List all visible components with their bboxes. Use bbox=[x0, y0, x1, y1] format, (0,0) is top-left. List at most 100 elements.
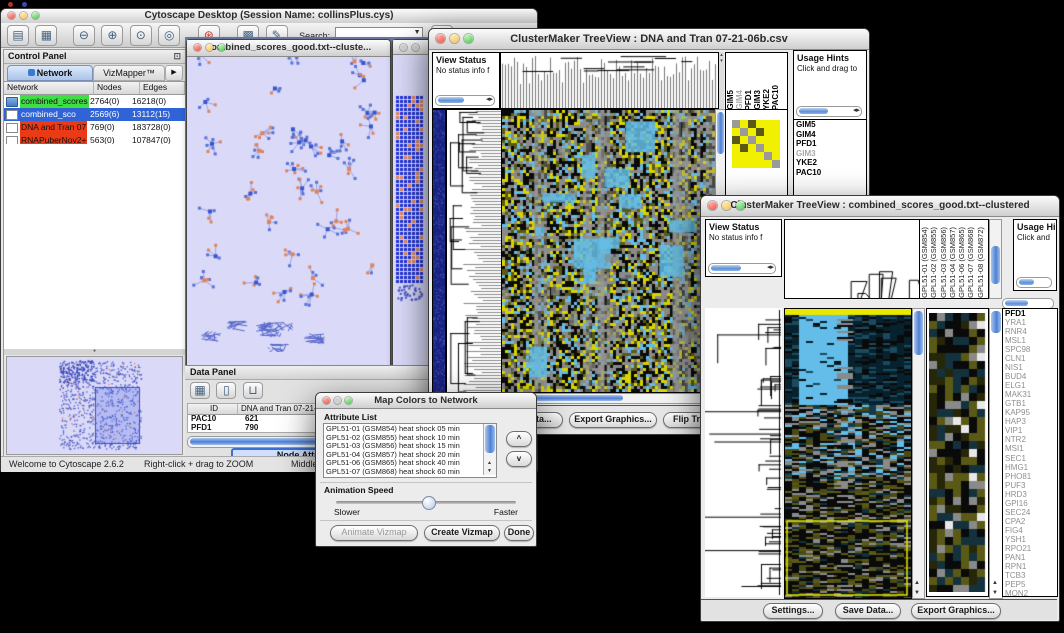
scroll-up-icon[interactable]: ▲ bbox=[914, 580, 920, 586]
column-label[interactable]: GIM5 bbox=[726, 90, 735, 110]
scroll-up-icon[interactable]: ▲ bbox=[487, 460, 492, 466]
row-label[interactable]: GIM5 bbox=[794, 120, 866, 130]
attribute-list-scrollbar[interactable]: ▲ ▼ bbox=[483, 424, 496, 475]
gene-name[interactable]: SEC24 bbox=[1003, 508, 1057, 517]
gene-name[interactable]: MSI1 bbox=[1003, 444, 1057, 453]
scroll-down-icon[interactable]: ▼ bbox=[487, 468, 492, 474]
attribute-item[interactable]: GPL51-07 (GSM868) heat shock 60 min bbox=[324, 468, 483, 477]
column-label[interactable]: GPL51-03 (GSM856) bbox=[939, 227, 948, 298]
minimize-button[interactable] bbox=[412, 44, 419, 51]
network-table-row[interactable]: combined_sco 2569(6) 13112(15) bbox=[4, 108, 185, 121]
row-dendrogram-canvas[interactable] bbox=[446, 109, 502, 393]
zoom-button[interactable] bbox=[32, 12, 39, 19]
close-button[interactable] bbox=[436, 34, 445, 43]
minimize-button[interactable] bbox=[722, 201, 731, 210]
gene-name[interactable]: TCB3 bbox=[1003, 571, 1057, 580]
col-id-header[interactable]: ID bbox=[188, 404, 238, 414]
done-button[interactable]: Done bbox=[504, 525, 534, 541]
network-table-row[interactable]: DNA and Tran 07 769(0) 183728(0) bbox=[4, 121, 185, 134]
slider-thumb[interactable] bbox=[422, 496, 436, 510]
zoom-button[interactable] bbox=[736, 201, 745, 210]
gene-name[interactable]: BUD4 bbox=[1003, 372, 1057, 381]
gene-name[interactable]: PAN1 bbox=[1003, 553, 1057, 562]
scroll-down-icon[interactable]: ▼ bbox=[914, 590, 920, 596]
gene-name[interactable]: CPA2 bbox=[1003, 517, 1057, 526]
scroll-down-icon[interactable]: ▼ bbox=[992, 590, 998, 596]
zoom-button[interactable] bbox=[218, 44, 225, 51]
col-gutter[interactable]: ▴▾ bbox=[719, 52, 724, 109]
column-label[interactable]: GPL51-01 (GSM854) bbox=[920, 227, 929, 298]
move-up-button[interactable]: ^ bbox=[506, 431, 532, 447]
view-status-scrollbar[interactable]: ◂▸ bbox=[708, 263, 776, 274]
main-titlebar[interactable]: Cytoscape Desktop (Session Name: collins… bbox=[1, 9, 537, 24]
dialog-titlebar[interactable]: Map Colors to Network bbox=[316, 393, 536, 409]
column-label[interactable]: GPL51-04 (GSM857) bbox=[948, 227, 957, 298]
gene-name[interactable]: RPO21 bbox=[1003, 544, 1057, 553]
view-status-scrollbar[interactable]: ◂▸ bbox=[435, 95, 495, 106]
genelist-vscrollbar[interactable]: ▲ ▼ bbox=[989, 308, 1003, 599]
create-vizmap-button[interactable]: Create Vizmap bbox=[424, 525, 500, 541]
column-dendrogram-canvas[interactable] bbox=[784, 219, 920, 299]
network-graph-canvas[interactable] bbox=[187, 40, 388, 352]
network-overview-pane[interactable] bbox=[6, 356, 183, 455]
close-button[interactable] bbox=[323, 397, 330, 404]
gene-name[interactable]: GTB1 bbox=[1003, 399, 1057, 408]
row-label[interactable]: GIM3 bbox=[794, 149, 866, 159]
correlation-matrix[interactable] bbox=[732, 120, 780, 168]
attribute-listbox[interactable]: GPL51-01 (GSM854) heat shock 05 minGPL51… bbox=[323, 423, 497, 478]
minimize-button[interactable] bbox=[450, 34, 459, 43]
column-dendrogram-canvas[interactable] bbox=[500, 52, 719, 109]
zoom-in-icon[interactable]: ⊕ bbox=[101, 25, 123, 46]
gene-name[interactable]: ELG1 bbox=[1003, 381, 1057, 390]
column-label[interactable]: PFD1 bbox=[744, 90, 753, 110]
close-button[interactable] bbox=[194, 44, 201, 51]
gene-name[interactable]: PEP5 bbox=[1003, 580, 1057, 589]
export-graphics-button[interactable]: Export Graphics... bbox=[569, 412, 657, 428]
gene-name[interactable]: CLN1 bbox=[1003, 354, 1057, 363]
gene-name[interactable]: HRD3 bbox=[1003, 490, 1057, 499]
close-button[interactable] bbox=[8, 12, 15, 19]
tab-vizmapper[interactable]: VizMapper™ bbox=[93, 65, 165, 81]
gene-name[interactable]: RPN1 bbox=[1003, 562, 1057, 571]
zoom-out-icon[interactable]: ⊖ bbox=[73, 25, 95, 46]
column-label[interactable]: GIM3 bbox=[753, 90, 762, 110]
column-label[interactable]: GIM4 bbox=[735, 90, 744, 110]
gene-name[interactable]: HAP3 bbox=[1003, 417, 1057, 426]
gene-name[interactable]: HMG1 bbox=[1003, 463, 1057, 472]
zoom-button[interactable] bbox=[464, 34, 473, 43]
tab-overflow-button[interactable]: ▶ bbox=[165, 65, 183, 81]
gene-name[interactable]: YRA1 bbox=[1003, 318, 1057, 327]
row-dendrogram-canvas[interactable] bbox=[705, 308, 782, 597]
row-label[interactable]: PFD1 bbox=[794, 139, 866, 149]
close-button[interactable] bbox=[400, 44, 407, 51]
animate-vizmap-button[interactable]: Animate Vizmap bbox=[330, 525, 418, 541]
gene-name[interactable]: VIP1 bbox=[1003, 426, 1057, 435]
settings-button[interactable]: Settings... bbox=[763, 603, 823, 619]
tab-network[interactable]: Network bbox=[7, 65, 93, 81]
gene-name[interactable]: NIS1 bbox=[1003, 363, 1057, 372]
minimize-button[interactable] bbox=[206, 44, 213, 51]
treeview-combined-titlebar[interactable]: ClusterMaker TreeView : combined_scores_… bbox=[701, 196, 1059, 217]
close-button[interactable] bbox=[708, 201, 717, 210]
scroll-up-icon[interactable]: ▲ bbox=[992, 580, 998, 586]
network-table-header[interactable]: Network Nodes Edges bbox=[4, 82, 185, 95]
column-label[interactable]: YKE2 bbox=[762, 89, 771, 110]
network-grid-canvas[interactable] bbox=[393, 40, 428, 352]
global-overview-strip-canvas[interactable] bbox=[432, 109, 446, 393]
treeview-dna-titlebar[interactable]: ClusterMaker TreeView : DNA and Tran 07-… bbox=[429, 29, 869, 50]
search-dropdown-icon[interactable]: ▼ bbox=[414, 29, 421, 36]
usage-hints-scrollbar[interactable]: ◂▸ bbox=[796, 106, 862, 117]
gene-name[interactable]: KAP95 bbox=[1003, 408, 1057, 417]
save-data-button[interactable]: Save Data... bbox=[835, 603, 901, 619]
gene-name[interactable]: SPC98 bbox=[1003, 345, 1057, 354]
delete-attribute-icon[interactable]: ⊔ bbox=[243, 382, 263, 399]
labels-vscrollbar[interactable] bbox=[989, 219, 1002, 299]
gene-name[interactable]: PUF3 bbox=[1003, 481, 1057, 490]
heatmap-canvas[interactable] bbox=[784, 308, 912, 599]
move-down-button[interactable]: v bbox=[506, 451, 532, 467]
column-label[interactable]: GPL51-07 (GSM868) bbox=[966, 227, 975, 298]
network-table-row[interactable]: combined_scores 2764(0) 16218(0) bbox=[4, 95, 185, 108]
gene-name[interactable]: PFD1 bbox=[1003, 309, 1057, 318]
minimize-button[interactable] bbox=[20, 12, 27, 19]
gene-name[interactable]: MAK31 bbox=[1003, 390, 1057, 399]
